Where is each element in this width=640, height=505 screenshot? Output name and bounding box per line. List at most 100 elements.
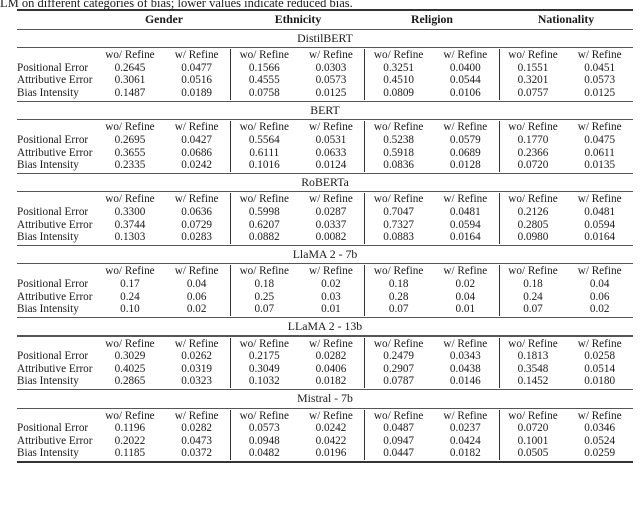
table-cell: 0.0720	[517, 159, 549, 172]
subheader-without-refine: wo/ Refine	[508, 49, 558, 62]
table-cell: 0.0524	[584, 434, 616, 447]
table-cell: 0.2805	[517, 218, 549, 231]
table-cell: 0.1303	[114, 231, 146, 244]
table-cell: 0.0189	[163, 87, 231, 100]
table-cell: 0.1566	[248, 61, 280, 74]
table-cell: 0.5998	[248, 206, 280, 218]
subheader-with-refine: w/ Refine	[577, 409, 622, 422]
table-cell: 0.0282	[298, 350, 366, 363]
table-cell: 0.0259	[584, 447, 616, 460]
metric-label: Positional Error	[17, 133, 89, 146]
metric-label: Positional Error	[17, 278, 89, 291]
subheader-without-refine: wo/ Refine	[105, 409, 155, 422]
table-row: Attributive Error 0.3655 0.0686 0.6111 0.063…	[17, 146, 633, 160]
table-row: Positional Error 0.2645 0.0477 0.1566 0.0303…	[17, 61, 633, 75]
subheader-without-refine: wo/ Refine	[508, 337, 558, 350]
table-cell: 0.7327	[383, 218, 415, 231]
table-cell: 0.1487	[114, 87, 146, 100]
subheader-with-refine: w/ Refine	[298, 121, 366, 134]
model-name-row: RoBERTa	[301, 174, 349, 189]
table-cell: 0.0319	[163, 362, 231, 376]
table-row: Bias Intensity 0.1303 0.0283 0.0882 0.0082 0.…	[17, 231, 633, 244]
model-section: wo/ Refine w/ Refine wo/ Refine w/ Refine wo…	[17, 192, 633, 244]
table-cell: 0.17	[120, 278, 140, 291]
subheader-without-refine: wo/ Refine	[373, 193, 424, 206]
table-cell: 0.24	[523, 290, 543, 303]
table-row: Bias Intensity 0.1487 0.0189 0.0758 0.0125 0.…	[17, 87, 633, 100]
subheader-without-refine: wo/ Refine	[373, 337, 424, 350]
table-cell: 0.0182	[432, 447, 500, 460]
subheader-with-refine: w/ Refine	[298, 193, 366, 206]
table-cell: 0.0180	[584, 375, 616, 388]
table-row: Positional Error 0.3300 0.0636 0.5998 0.0287…	[17, 206, 633, 219]
table-cell: 0.0473	[163, 434, 231, 448]
subheader-without-refine: wo/ Refine	[105, 265, 155, 278]
table-cell: 0.0544	[432, 74, 500, 88]
table-cell: 0.04	[432, 290, 500, 304]
header-ethnicity: Ethnicity	[274, 12, 322, 27]
table-cell: 0.0164	[432, 231, 500, 244]
table-cell: 0.0372	[163, 447, 231, 460]
subheader-without-refine: wo/ Refine	[105, 121, 155, 134]
table-cell: 0.02	[163, 303, 231, 316]
subheader-with-refine: w/ Refine	[163, 121, 231, 134]
model-name-row: DistilBERT	[297, 30, 353, 45]
subheader-without-refine: wo/ Refine	[373, 49, 424, 62]
table-cell: 0.02	[298, 278, 366, 291]
table-cell: 0.0164	[584, 231, 616, 244]
subheader-without-refine: wo/ Refine	[105, 49, 155, 62]
table-cell: 0.0182	[298, 375, 366, 388]
table-cell: 0.3049	[248, 362, 280, 375]
table-cell: 0.0787	[383, 375, 415, 388]
metric-label: Attributive Error	[17, 362, 93, 375]
table-cell: 0.0573	[298, 74, 366, 88]
table-cell: 0.6111	[249, 146, 280, 159]
table-cell: 0.5238	[383, 133, 415, 146]
table-row: Attributive Error 0.3744 0.0729 0.6207 0.033…	[17, 218, 633, 232]
table-cell: 0.0082	[298, 231, 366, 244]
table-cell: 0.07	[388, 303, 409, 316]
table-cell: 0.0611	[584, 146, 615, 159]
table-cell: 0.04	[163, 278, 231, 291]
subheader-row: wo/ Refine w/ Refine wo/ Refine w/ Refine wo…	[17, 265, 633, 279]
bias-results-table: Gender Ethnicity Religion Nationality Di…	[17, 9, 633, 463]
subheader-row: wo/ Refine w/ Refine wo/ Refine w/ Refine wo…	[17, 409, 633, 423]
table-cell: 0.06	[163, 290, 231, 304]
table-cell: 0.0516	[163, 74, 231, 88]
subheader-with-refine: w/ Refine	[298, 409, 366, 423]
table-cell: 0.3655	[114, 146, 146, 159]
table-cell: 0.0573	[248, 422, 280, 435]
table-cell: 0.3201	[517, 74, 549, 87]
table-cell: 0.0948	[248, 434, 280, 447]
subheader-with-refine: w/ Refine	[432, 193, 500, 206]
table-cell: 0.1016	[248, 159, 280, 172]
subheader-without-refine: wo/ Refine	[239, 265, 289, 278]
table-row: Positional Error 0.17 0.04 0.18 0.02 0.18 0.02…	[17, 278, 633, 291]
subheader-without-refine: wo/ Refine	[239, 49, 289, 62]
table-cell: 0.0323	[163, 375, 231, 388]
model-name-row: LlaMA 2 - 7b	[292, 246, 358, 261]
table-cell: 0.1185	[114, 447, 146, 460]
table-cell: 0.25	[254, 290, 275, 303]
header-nationality: Nationality	[537, 12, 595, 27]
subheader-without-refine: wo/ Refine	[239, 409, 289, 422]
table-cell: 0.0883	[383, 231, 415, 244]
table-cell: 0.0729	[163, 218, 231, 232]
metric-label: Positional Error	[17, 422, 89, 435]
table-cell: 0.02	[589, 303, 610, 316]
model-section: wo/ Refine w/ Refine wo/ Refine w/ Refine wo…	[17, 264, 633, 316]
subheader-with-refine: w/ Refine	[163, 409, 231, 423]
table-cell: 0.0758	[248, 87, 280, 100]
table-cell: 0.0125	[298, 87, 366, 100]
subheader-without-refine: wo/ Refine	[373, 121, 424, 134]
table-cell: 0.0594	[432, 218, 500, 232]
table-cell: 0.2335	[114, 159, 146, 172]
subheader-with-refine: w/ Refine	[298, 49, 366, 62]
table-cell: 0.02	[432, 278, 500, 291]
header-gender: Gender	[144, 12, 183, 27]
table-cell: 0.0106	[432, 87, 500, 100]
metric-label: Attributive Error	[17, 74, 93, 87]
subheader-with-refine: w/ Refine	[298, 337, 366, 351]
table-cell: 0.0135	[584, 159, 616, 172]
table-cell: 0.0438	[432, 362, 500, 376]
